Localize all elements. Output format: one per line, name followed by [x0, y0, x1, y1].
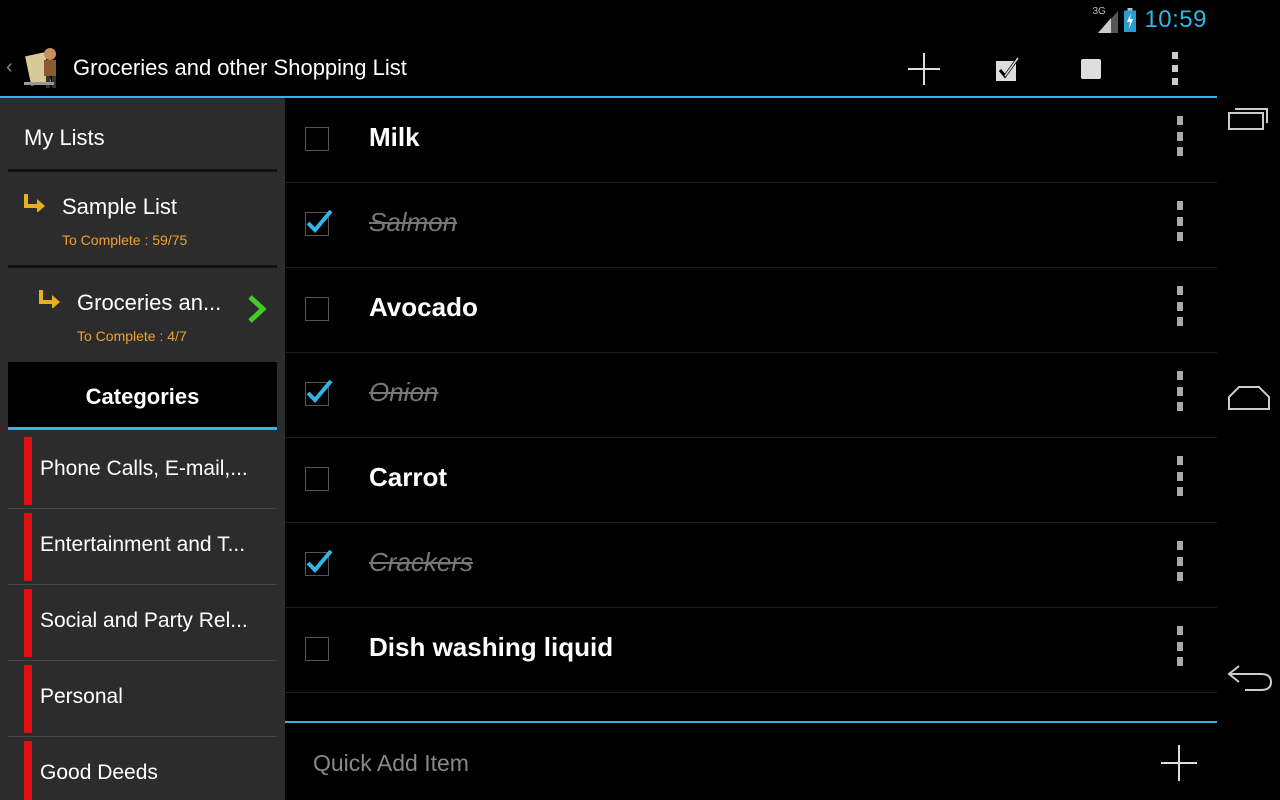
list-item-groceries[interactable]: Groceries an... To Complete : 4/7: [8, 268, 277, 362]
item-name: Avocado: [369, 292, 478, 322]
list-to-complete: To Complete : 59/75: [62, 232, 188, 248]
recent-apps-button[interactable]: [1225, 98, 1273, 138]
list-name: Groceries an...: [77, 290, 222, 315]
item-name: Dish washing liquid: [369, 632, 614, 662]
page-title: Groceries and other Shopping List: [73, 55, 407, 80]
list-to-complete: To Complete : 4/7: [77, 328, 187, 344]
category-color-bar: [24, 741, 32, 800]
category-color-bar: [24, 589, 32, 657]
list-item-sample[interactable]: Sample List To Complete : 59/75: [8, 172, 277, 268]
home-button[interactable]: [1225, 378, 1273, 418]
item-menu-icon[interactable]: [1173, 286, 1187, 326]
back-button[interactable]: [1225, 656, 1273, 696]
system-nav-bar: [1217, 0, 1280, 800]
clock: 10:59: [1144, 6, 1207, 33]
battery-icon: [1124, 8, 1137, 32]
add-list-button[interactable]: [902, 50, 946, 88]
list-row[interactable]: Onion: [285, 353, 1217, 438]
item-menu-icon[interactable]: [1173, 371, 1187, 411]
category-color-bar: [24, 665, 32, 733]
item-checkbox[interactable]: [305, 209, 333, 236]
item-menu-icon[interactable]: [1173, 456, 1187, 496]
sidebar: My Lists Sample List To Complete : 59/75…: [0, 98, 285, 800]
category-label: Personal: [40, 685, 123, 708]
item-list: Milk Salmon Avocado Onion Carrot Cracker…: [285, 98, 1217, 800]
check-all-icon: [996, 57, 1020, 81]
list-row[interactable]: Milk: [285, 98, 1217, 183]
category-label: Good Deeds: [40, 761, 158, 784]
item-name: Carrot: [369, 462, 448, 492]
list-row[interactable]: Dish washing liquid: [285, 608, 1217, 693]
category-item[interactable]: Personal: [8, 661, 277, 737]
back-chevron-icon[interactable]: ‹: [6, 56, 13, 79]
list-row[interactable]: Salmon: [285, 183, 1217, 268]
item-menu-icon[interactable]: [1173, 116, 1187, 156]
check-icon: [306, 379, 333, 403]
recent-apps-icon: [1228, 108, 1268, 130]
app-logo-icon[interactable]: [20, 44, 64, 90]
check-icon: [306, 549, 333, 573]
category-color-bar: [24, 513, 32, 581]
overflow-menu-icon: [1172, 52, 1178, 85]
item-checkbox[interactable]: [305, 637, 329, 661]
sublist-arrow-icon: [24, 194, 45, 212]
uncheck-all-icon: [1081, 59, 1101, 79]
quick-add-bar: [285, 721, 1217, 800]
item-menu-icon[interactable]: [1173, 626, 1187, 666]
item-menu-icon[interactable]: [1173, 541, 1187, 581]
item-name: Crackers: [369, 547, 474, 577]
add-item-icon[interactable]: [1159, 743, 1199, 783]
check-icon: [306, 209, 333, 233]
list-row[interactable]: Crackers: [285, 523, 1217, 608]
quick-add-input[interactable]: [313, 741, 1133, 785]
item-checkbox[interactable]: [305, 549, 333, 576]
overflow-menu-button[interactable]: [1153, 50, 1197, 88]
selected-chevron-icon: [248, 295, 267, 323]
status-bar: 3G 10:59: [0, 0, 1217, 38]
item-name: Salmon: [369, 207, 458, 237]
my-lists-header[interactable]: My Lists: [8, 98, 277, 172]
categories-header: Categories: [8, 362, 277, 430]
item-checkbox[interactable]: [305, 297, 329, 321]
category-item[interactable]: Entertainment and T...: [8, 509, 277, 585]
category-label: Social and Party Rel...: [40, 609, 248, 632]
categories-label: Categories: [85, 384, 200, 409]
check-all-button[interactable]: [985, 50, 1029, 88]
category-label: Phone Calls, E-mail,...: [40, 457, 248, 480]
category-label: Entertainment and T...: [40, 533, 246, 556]
item-checkbox[interactable]: [305, 379, 333, 406]
action-bar: ‹ Groceries and other Shopping List: [0, 38, 1217, 98]
category-item[interactable]: Good Deeds: [8, 737, 277, 800]
item-name: Milk: [369, 122, 420, 152]
list-name: Sample List: [62, 194, 177, 219]
category-color-bar: [24, 437, 32, 505]
signal-icon: 3G: [1092, 6, 1119, 33]
my-lists-label: My Lists: [24, 125, 105, 150]
category-item[interactable]: Phone Calls, E-mail,...: [8, 433, 277, 509]
item-name: Onion: [369, 377, 439, 407]
list-row[interactable]: Avocado: [285, 268, 1217, 353]
sublist-arrow-icon: [39, 290, 60, 308]
item-menu-icon[interactable]: [1173, 201, 1187, 241]
item-checkbox[interactable]: [305, 127, 329, 151]
home-icon: [1228, 386, 1270, 410]
add-icon: [908, 53, 940, 85]
category-item[interactable]: Social and Party Rel...: [8, 585, 277, 661]
list-row[interactable]: Carrot: [285, 438, 1217, 523]
uncheck-all-button[interactable]: [1069, 50, 1113, 88]
item-checkbox[interactable]: [305, 467, 329, 491]
back-arrow-icon: [1227, 665, 1273, 691]
